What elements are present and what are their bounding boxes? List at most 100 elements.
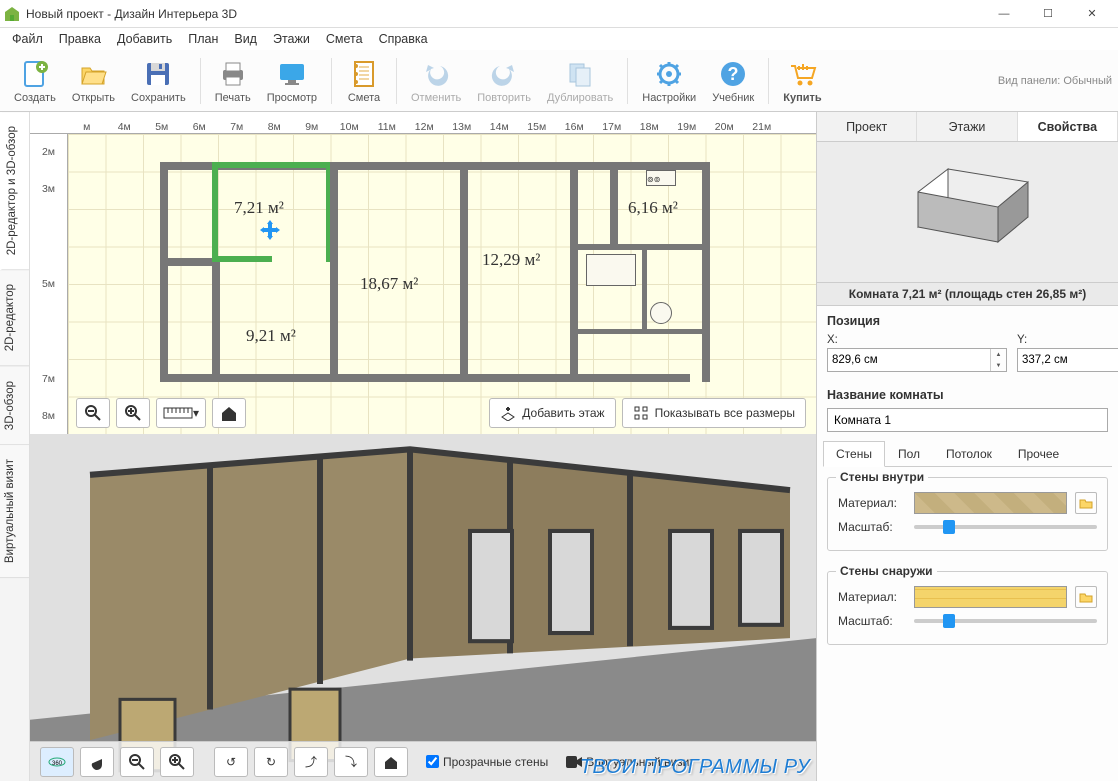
redo-button[interactable]: Повторить — [469, 56, 539, 106]
wall[interactable] — [578, 329, 708, 334]
room-area-label: 7,21 м² — [234, 198, 284, 218]
view-3d-canvas[interactable]: 360 ↺ ↻ ⤴ ⤵ Прозрачные стены Виртуальный… — [30, 434, 816, 781]
wall[interactable] — [160, 258, 220, 266]
wall[interactable] — [570, 162, 578, 380]
close-button[interactable]: ✕ — [1070, 0, 1114, 28]
wall[interactable] — [330, 162, 338, 380]
wall[interactable] — [160, 374, 690, 382]
menu-estimate[interactable]: Смета — [318, 30, 371, 48]
undo-button[interactable]: Отменить — [403, 56, 469, 106]
position-heading: Позиция — [827, 314, 1108, 328]
menu-help[interactable]: Справка — [371, 30, 436, 48]
tab-2d[interactable]: 2D-редактор — [0, 270, 29, 366]
x-field[interactable]: ▲▼ — [827, 348, 1007, 372]
subtab-floor[interactable]: Пол — [885, 441, 933, 467]
wall[interactable] — [642, 249, 647, 329]
outer-material-browse[interactable] — [1075, 586, 1097, 608]
pan-button[interactable] — [80, 747, 114, 777]
rot-cw-button[interactable]: ↻ — [254, 747, 288, 777]
wall-selected[interactable] — [212, 162, 218, 262]
ruler-horizontal: м4м5м6м7м8м9м10м11м12м13м14м15м16м17м18м… — [30, 112, 816, 134]
tab-properties[interactable]: Свойства — [1018, 112, 1118, 141]
window-title: Новый проект - Дизайн Интерьера 3D — [26, 7, 237, 21]
outer-scale-slider[interactable] — [914, 619, 1097, 623]
subtab-other[interactable]: Прочее — [1005, 441, 1072, 467]
inner-material-swatch[interactable] — [914, 492, 1067, 514]
tab-virtual[interactable]: Виртуальный визит — [0, 445, 29, 578]
menu-edit[interactable]: Правка — [51, 30, 109, 48]
settings-button[interactable]: Настройки — [634, 56, 704, 106]
menu-add[interactable]: Добавить — [109, 30, 180, 48]
watermark: ТВОИ ПРОГРАММЫ РУ — [580, 756, 810, 779]
move-handle-icon[interactable] — [260, 220, 280, 240]
show-dimensions-button[interactable]: Показывать все размеры — [622, 398, 806, 428]
tilt-up-button[interactable]: ⤴ — [294, 747, 328, 777]
open-button[interactable]: Открыть — [64, 56, 123, 106]
room-area-label: 12,29 м² — [482, 250, 540, 270]
orbit-button[interactable]: 360 — [40, 747, 74, 777]
tab-floors[interactable]: Этажи — [917, 112, 1017, 141]
zoom-out-button[interactable] — [76, 398, 110, 428]
home-button[interactable] — [212, 398, 246, 428]
subtab-walls[interactable]: Стены — [823, 441, 885, 467]
menu-floors[interactable]: Этажи — [265, 30, 318, 48]
tutorial-button[interactable]: ?Учебник — [704, 56, 762, 106]
outer-material-swatch[interactable] — [914, 586, 1067, 608]
estimate-button[interactable]: Смета — [338, 56, 390, 106]
save-button[interactable]: Сохранить — [123, 56, 194, 106]
y-field[interactable]: ▲▼ — [1017, 348, 1118, 372]
room-name-input[interactable] — [827, 408, 1108, 432]
furniture-stove[interactable]: ⊚⊚ — [646, 170, 676, 186]
view-mode-tabs: 2D-редактор и 3D-обзор 2D-редактор 3D-об… — [0, 112, 30, 781]
wall[interactable] — [160, 162, 168, 382]
preview-button[interactable]: Просмотр — [259, 56, 325, 106]
subtab-ceiling[interactable]: Потолок — [933, 441, 1005, 467]
minimize-button[interactable]: — — [982, 0, 1026, 28]
rot-ccw-button[interactable]: ↺ — [214, 747, 248, 777]
menu-file[interactable]: Файл — [4, 30, 51, 48]
tilt-down-button[interactable]: ⤵ — [334, 747, 368, 777]
zoom-in-button[interactable] — [116, 398, 150, 428]
transparent-walls-checkbox[interactable]: Прозрачные стены — [426, 755, 548, 769]
outer-walls-group: Стены снаружи Материал: Масштаб: — [827, 571, 1108, 645]
room-name-heading: Название комнаты — [827, 388, 1108, 402]
room-area-label: 9,21 м² — [246, 326, 296, 346]
app-icon — [4, 6, 20, 22]
wall-selected[interactable] — [212, 162, 332, 168]
room-3d-preview — [817, 142, 1118, 282]
furniture-bath[interactable] — [586, 254, 636, 286]
zoom-out-3d-button[interactable] — [120, 747, 154, 777]
svg-text:360: 360 — [52, 761, 63, 767]
tab-3d[interactable]: 3D-обзор — [0, 367, 29, 445]
new-button[interactable]: Создать — [6, 56, 64, 106]
maximize-button[interactable]: ☐ — [1026, 0, 1070, 28]
svg-text:?: ? — [728, 64, 739, 84]
plan-2d-canvas[interactable]: 2м3м5м7м8м ⊚⊚ — [30, 134, 816, 434]
wall[interactable] — [610, 162, 618, 250]
duplicate-button[interactable]: Дублировать — [539, 56, 621, 106]
menu-bar: Файл Правка Добавить План Вид Этажи Смет… — [0, 28, 1118, 50]
menu-view[interactable]: Вид — [226, 30, 265, 48]
inner-material-browse[interactable] — [1075, 492, 1097, 514]
panel-view-switch[interactable]: Вид панели: Обычный — [998, 75, 1112, 87]
ruler-vertical: 2м3м5м7м8м — [30, 134, 68, 434]
buy-button[interactable]: Купить — [775, 56, 829, 106]
wall[interactable] — [702, 162, 710, 382]
furniture-toilet[interactable] — [650, 302, 672, 324]
tab-project[interactable]: Проект — [817, 112, 917, 141]
wall-selected[interactable] — [212, 256, 272, 262]
menu-plan[interactable]: План — [180, 30, 226, 48]
print-button[interactable]: Печать — [207, 56, 259, 106]
inner-scale-slider[interactable] — [914, 525, 1097, 529]
measure-button[interactable]: ▾ — [156, 398, 206, 428]
reset-view-button[interactable] — [374, 747, 408, 777]
wall[interactable] — [460, 162, 468, 380]
room-area-label: 18,67 м² — [360, 274, 418, 294]
add-floor-button[interactable]: Добавить этаж — [489, 398, 615, 428]
view-3d-toolbar: 360 ↺ ↻ ⤴ ⤵ Прозрачные стены Виртуальный… — [30, 741, 816, 781]
tab-2d-3d[interactable]: 2D-редактор и 3D-обзор — [0, 112, 29, 270]
wall[interactable] — [212, 258, 220, 382]
properties-panel: Проект Этажи Свойства Комната 7,21 м² (п… — [816, 112, 1118, 781]
room-title: Комната 7,21 м² (площадь стен 26,85 м²) — [817, 282, 1118, 306]
zoom-in-3d-button[interactable] — [160, 747, 194, 777]
